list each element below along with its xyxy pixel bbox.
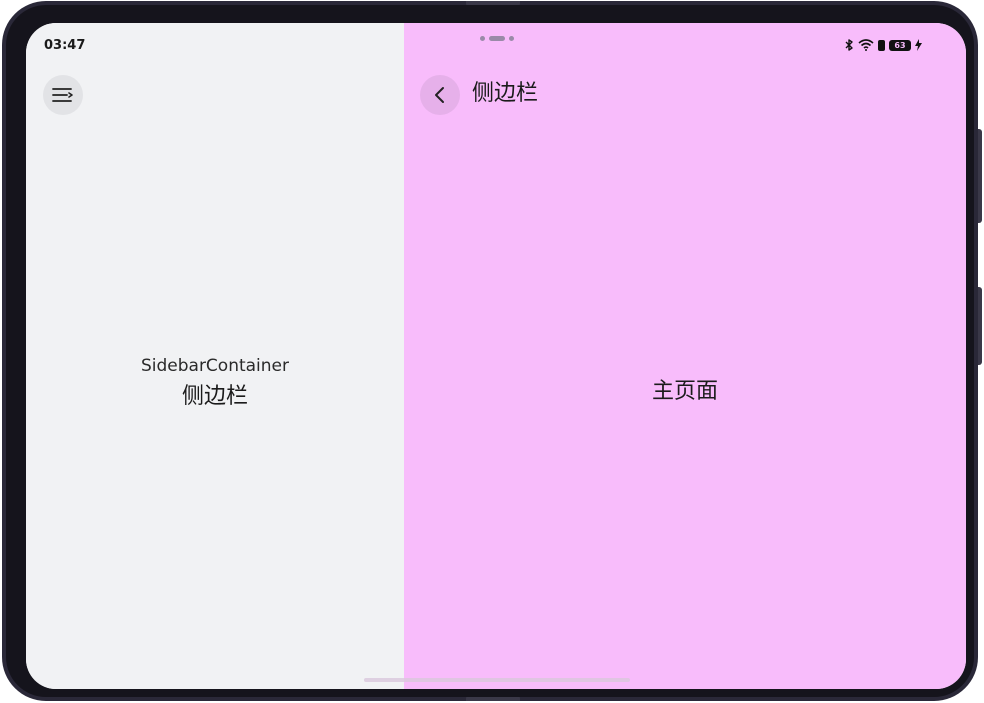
status-icons: 63 [845,39,922,51]
charging-icon [915,39,922,51]
volume-button [978,129,982,223]
device-frame: SidebarContainer 侧边栏 侧边栏 主页面 03:47 63 [2,1,982,701]
page-title: 侧边栏 [472,81,539,106]
power-button [978,287,982,365]
sidebar-content: SidebarContainer 侧边栏 [26,355,404,414]
wifi-icon [858,39,874,51]
battery-icon: 63 [889,39,911,51]
handle-dot-left [480,36,485,41]
handle-dot-right [509,36,514,41]
status-time: 03:47 [44,38,86,53]
device-bezel: SidebarContainer 侧边栏 侧边栏 主页面 03:47 63 [6,5,974,697]
main-panel: 侧边栏 主页面 [404,23,966,689]
sidebar-toggle-button[interactable] [43,75,83,115]
multi-window-handle[interactable] [480,36,514,41]
handle-bar [489,36,505,41]
screen: SidebarContainer 侧边栏 侧边栏 主页面 03:47 63 [26,23,966,689]
main-content-label: 主页面 [651,379,718,404]
sim-icon [878,39,885,51]
bluetooth-icon [845,39,853,51]
sidebar-panel: SidebarContainer 侧边栏 [26,23,404,689]
sidebar-label: 侧边栏 [181,384,248,409]
chevron-left-icon [435,87,444,103]
menu-collapse-icon [52,88,73,102]
home-indicator[interactable] [364,678,630,682]
sidebar-subtitle: SidebarContainer [140,356,290,376]
back-button[interactable] [420,75,460,115]
